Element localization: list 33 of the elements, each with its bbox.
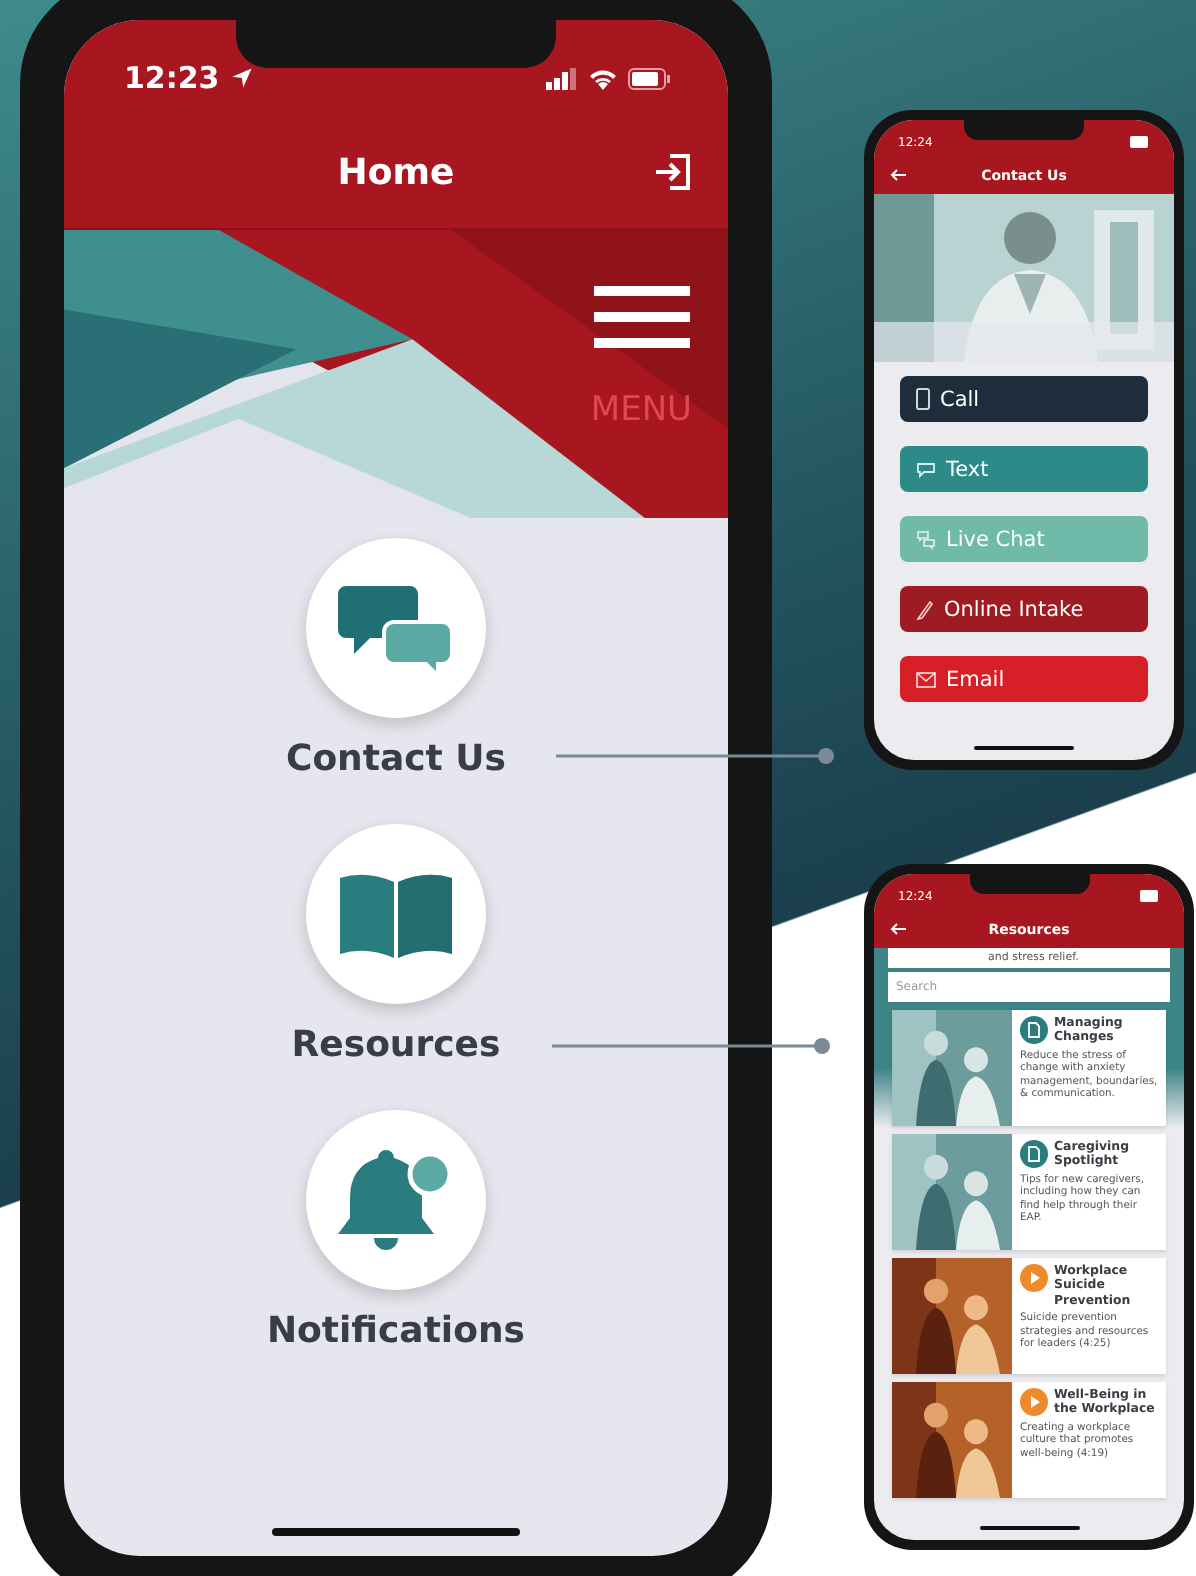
document-icon [1020, 1140, 1048, 1168]
contact-button[interactable]: Online Intake [900, 586, 1148, 632]
contact-button[interactable]: Email [900, 656, 1148, 702]
speech-bubble-icon [916, 461, 936, 477]
phone-notch [964, 120, 1084, 140]
screen-title: Home [337, 151, 455, 193]
status-time: 12:23 [124, 60, 220, 96]
menu-tile-label: Contact Us [285, 738, 506, 782]
home-indicator [974, 746, 1074, 750]
logout-icon[interactable] [652, 152, 692, 192]
contact-button[interactable]: Text [900, 446, 1148, 492]
wifi-icon [588, 67, 618, 89]
back-arrow-icon[interactable] [890, 168, 906, 182]
open-book-icon [336, 870, 456, 958]
battery-icon [628, 67, 672, 89]
location-icon [229, 66, 254, 90]
signal-icon [546, 67, 578, 89]
pen-icon [916, 599, 934, 619]
menu-tile-label: Resources [291, 1024, 501, 1068]
envelope-icon [916, 671, 936, 687]
phone-icon [916, 388, 930, 410]
play-icon [1020, 1388, 1048, 1416]
back-arrow-icon[interactable] [890, 922, 906, 936]
bell-icon [337, 1146, 454, 1254]
chat-bubbles-icon [916, 529, 936, 549]
contact-button[interactable]: Call [900, 376, 1148, 422]
home-indicator [979, 1526, 1079, 1530]
play-icon [1020, 1264, 1048, 1292]
menu-tile-label: Notifications [266, 1310, 526, 1354]
phone-notch [969, 874, 1089, 894]
battery-icon [1130, 136, 1150, 148]
battery-icon [1140, 890, 1160, 902]
document-icon [1020, 1016, 1048, 1044]
